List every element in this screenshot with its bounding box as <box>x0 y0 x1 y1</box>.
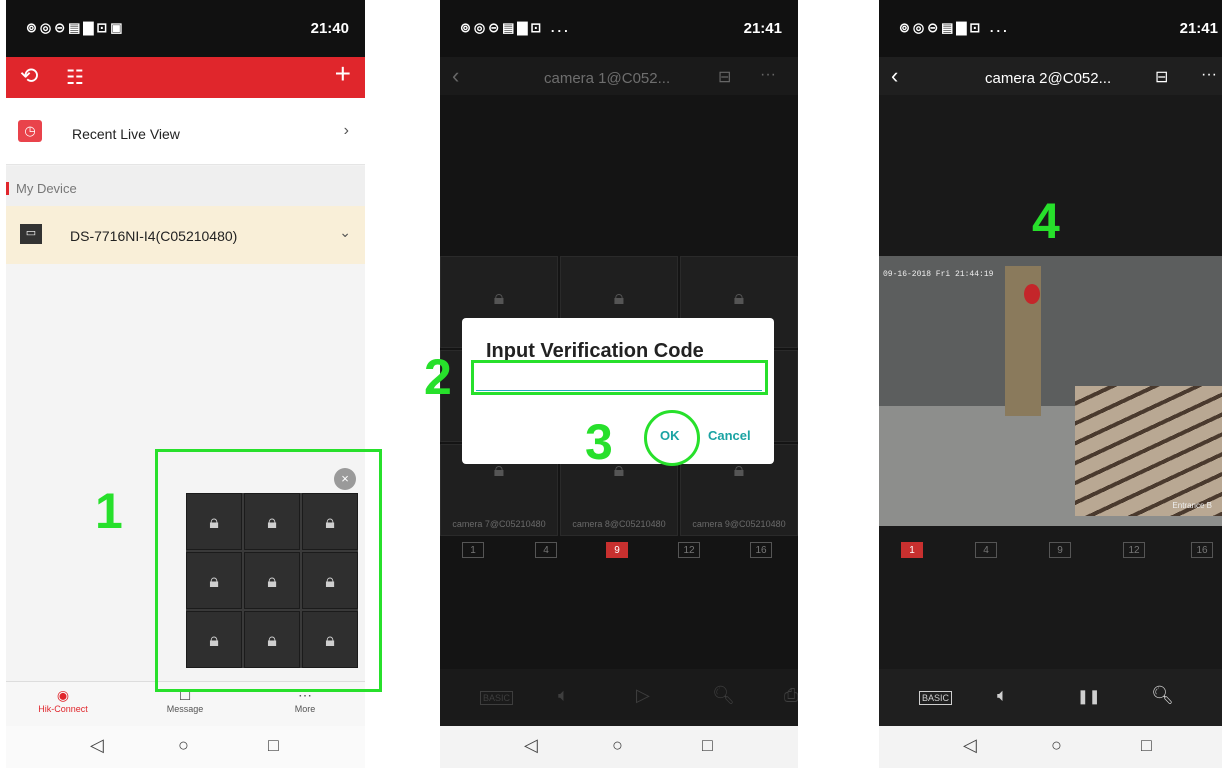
basic-quality-button[interactable]: BASIC <box>919 691 953 705</box>
app-header: ⟲ ☷ + <box>6 57 365 98</box>
system-nav-bar: ◁ ○ □ <box>6 726 365 768</box>
basic-quality-button[interactable]: BASIC <box>480 691 514 705</box>
recent-live-view-row[interactable]: ◷ Recent Live View › <box>6 98 365 165</box>
more-icon[interactable]: ··· <box>760 66 776 84</box>
control-bar: BASIC 🔈︎ ▷ 🔍︎ ⎙ <box>440 669 798 726</box>
system-nav-bar: ◁ ○ □ <box>440 726 798 768</box>
step-1-highlight-box <box>155 449 382 692</box>
split-16-button[interactable]: 16 <box>1191 542 1213 558</box>
recents-nav-icon[interactable]: □ <box>268 735 279 756</box>
clock-icon: ◷ <box>18 120 42 142</box>
step-4-label: 4 <box>1032 193 1060 249</box>
camera-name: camera 9@C05210480 <box>692 519 786 529</box>
split-selector: 1 4 9 12 16 <box>440 542 798 562</box>
step-3-label: 3 <box>585 414 613 470</box>
split-selector: 1 4 9 12 16 <box>879 542 1222 562</box>
status-icons: ⊚◎⊝▤▇⊡ ... <box>460 20 571 35</box>
split-view-icon[interactable]: ⊟ <box>718 67 731 87</box>
my-device-label: My Device <box>16 181 77 196</box>
add-icon[interactable]: + <box>335 58 351 90</box>
split-16-button[interactable]: 16 <box>750 542 772 558</box>
status-time: 21:41 <box>1179 20 1218 37</box>
capture-icon[interactable]: ⎙ <box>784 685 798 706</box>
more-icon[interactable]: ··· <box>1201 66 1217 84</box>
camera-title: camera 1@C052... <box>544 70 671 87</box>
search-icon[interactable]: 🔍︎ <box>712 685 735 706</box>
live-view-header: ‹ camera 2@C052... ⊟ ··· <box>879 57 1222 95</box>
video-overlay-label: Entrance B <box>1172 501 1212 510</box>
cancel-button[interactable]: Cancel <box>708 428 751 443</box>
section-marker <box>6 182 9 195</box>
play-icon[interactable]: ▷ <box>636 685 650 706</box>
step-1-label: 1 <box>95 483 123 539</box>
split-view-icon[interactable]: ⊟ <box>1155 67 1168 87</box>
phone-screen-3: ⊚◎⊝▤▇⊡ ... 21:41 ‹ camera 2@C052... ⊟ ··… <box>879 0 1222 768</box>
back-icon[interactable]: ‹ <box>891 63 898 89</box>
status-icons: ⊚◎⊝▤▇⊡ ... <box>899 20 1010 35</box>
video-timestamp: 09-16-2018 Fri 21:44:19 <box>883 270 994 279</box>
split-1-button[interactable]: 1 <box>901 542 923 558</box>
home-nav-icon[interactable]: ○ <box>178 735 189 756</box>
tab-label: More <box>294 704 316 714</box>
camera-name: camera 8@C05210480 <box>572 519 666 529</box>
layout-icon[interactable]: ☷ <box>66 65 84 90</box>
chevron-down-icon[interactable]: ⌄ <box>339 224 351 241</box>
pause-icon[interactable]: ❚❚ <box>1077 688 1100 705</box>
status-bar: ⊚◎⊝▤▇⊡▣ 21:40 <box>6 0 365 57</box>
chevron-right-icon: › <box>343 122 349 139</box>
recent-live-view-label: Recent Live View <box>72 126 180 142</box>
split-9-button[interactable]: 9 <box>1049 542 1071 558</box>
video-lantern <box>1024 284 1040 304</box>
control-bar: BASIC 🔈︎ ❚❚ 🔍︎ <box>879 669 1222 726</box>
split-4-button[interactable]: 4 <box>975 542 997 558</box>
live-view-header: ‹ camera 1@C052... ⊟ ··· <box>440 57 798 95</box>
tab-label: Hik-Connect <box>38 704 88 714</box>
home-nav-icon[interactable]: ○ <box>612 735 623 756</box>
lock-icon: 🔒︎ <box>613 287 625 309</box>
split-12-button[interactable]: 12 <box>1123 542 1145 558</box>
search-icon[interactable]: 🔍︎ <box>1151 685 1174 706</box>
split-9-button[interactable]: 9 <box>606 542 628 558</box>
status-bar: ⊚◎⊝▤▇⊡ ... 21:41 <box>440 0 798 57</box>
system-nav-bar: ◁ ○ □ <box>879 726 1222 768</box>
step-2-label: 2 <box>424 349 452 405</box>
status-icons: ⊚◎⊝▤▇⊡▣ <box>26 20 126 35</box>
back-icon[interactable]: ‹ <box>452 63 459 89</box>
home-nav-icon[interactable]: ○ <box>1051 735 1062 756</box>
dvr-icon: ▭ <box>20 224 42 244</box>
tab-label: Message <box>166 704 204 714</box>
lock-icon: 🔒︎ <box>493 287 505 309</box>
step-2-highlight-box <box>471 360 768 395</box>
status-bar: ⊚◎⊝▤▇⊡ ... 21:41 <box>879 0 1222 57</box>
lock-icon: 🔒︎ <box>733 287 745 309</box>
device-row[interactable]: ▭ DS-7716NI-I4(C05210480) ⌄ <box>6 206 365 264</box>
recents-nav-icon[interactable]: □ <box>702 735 713 756</box>
recents-nav-icon[interactable]: □ <box>1141 735 1152 756</box>
tab-hik-connect[interactable]: ◉ Hik-Connect <box>28 686 98 714</box>
camera-name: camera 7@C05210480 <box>452 519 546 529</box>
back-nav-icon[interactable]: ◁ <box>963 735 977 756</box>
video-stairs <box>1075 386 1222 516</box>
hik-connect-icon: ◉ <box>56 687 70 703</box>
camera-title: camera 2@C052... <box>985 70 1112 87</box>
status-time: 21:41 <box>743 20 782 37</box>
history-icon[interactable]: ⟲ <box>20 63 38 89</box>
split-4-button[interactable]: 4 <box>535 542 557 558</box>
step-3-highlight-circle <box>644 410 700 466</box>
my-device-section: My Device <box>6 166 365 206</box>
sound-icon[interactable]: 🔈︎ <box>997 685 1008 706</box>
split-12-button[interactable]: 12 <box>678 542 700 558</box>
live-video-feed[interactable]: 09-16-2018 Fri 21:44:19 Entrance B <box>879 256 1222 526</box>
sound-icon[interactable]: 🔈︎ <box>558 685 569 706</box>
back-nav-icon[interactable]: ◁ <box>90 735 104 756</box>
status-time: 21:40 <box>310 20 349 37</box>
back-nav-icon[interactable]: ◁ <box>524 735 538 756</box>
device-name: DS-7716NI-I4(C05210480) <box>70 228 238 244</box>
split-1-button[interactable]: 1 <box>462 542 484 558</box>
